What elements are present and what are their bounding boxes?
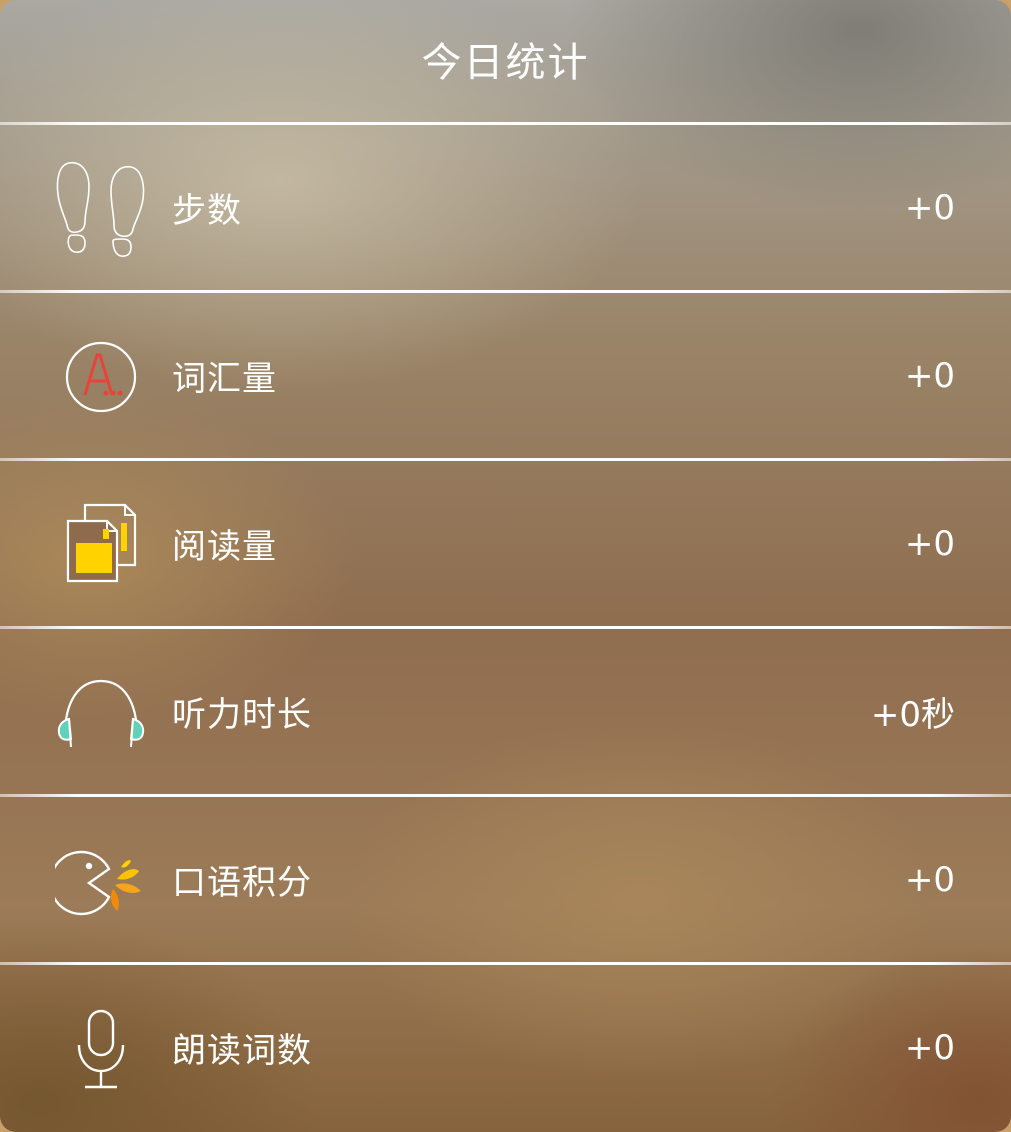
stat-label: 朗读词数 xyxy=(172,1031,312,1071)
stat-label: 口语积分 xyxy=(172,863,312,903)
today-stats-panel: 今日统计 步数 +0 词汇量 +0 阅读量 +0 听力时长 +0秒 口语积分 +… xyxy=(0,0,1011,1132)
stat-label: 词汇量 xyxy=(172,359,277,399)
footprints-icon xyxy=(55,157,147,261)
stat-value: +0秒 xyxy=(870,695,955,735)
stat-row-listening[interactable]: 听力时长 +0秒 xyxy=(0,629,1011,794)
stat-label: 阅读量 xyxy=(172,527,277,567)
stat-value: +0 xyxy=(904,187,955,228)
page-title: 今日统计 xyxy=(421,40,590,86)
stat-value: +0 xyxy=(904,859,955,900)
stat-row-vocabulary[interactable]: 词汇量 +0 xyxy=(0,293,1011,458)
stat-row-reading[interactable]: 阅读量 +0 xyxy=(0,461,1011,626)
headphones-icon xyxy=(55,661,147,765)
reading-icon xyxy=(55,493,147,597)
microphone-icon xyxy=(55,997,147,1101)
stat-label: 听力时长 xyxy=(172,695,312,735)
stat-value: +0 xyxy=(904,355,955,396)
stat-row-read-aloud[interactable]: 朗读词数 +0 xyxy=(0,965,1011,1130)
vocabulary-icon xyxy=(55,325,147,429)
stat-row-speaking[interactable]: 口语积分 +0 xyxy=(0,797,1011,962)
header: 今日统计 xyxy=(0,0,1011,124)
stat-row-steps[interactable]: 步数 +0 xyxy=(0,125,1011,290)
stat-value: +0 xyxy=(904,523,955,564)
speaking-icon xyxy=(55,829,147,933)
stat-label: 步数 xyxy=(172,191,242,231)
stat-value: +0 xyxy=(904,1027,955,1068)
